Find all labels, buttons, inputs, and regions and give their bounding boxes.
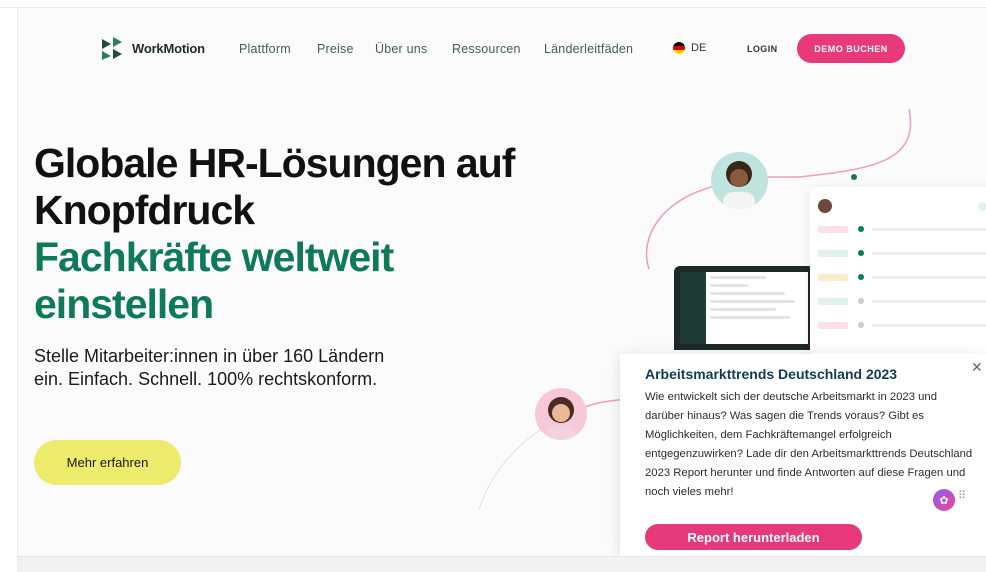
avatar (818, 199, 832, 213)
chat-assistant-icon[interactable]: ✿ (933, 489, 955, 511)
popup-body: Wie entwickelt sich der deutsche Arbeits… (645, 391, 973, 498)
drag-handle-icon[interactable]: ⠿ (958, 491, 966, 502)
top-edge (0, 0, 986, 8)
close-icon[interactable]: ✕ (971, 359, 983, 376)
bottom-edge (18, 556, 986, 572)
popup-title: Arbeitsmarkttrends Deutschland 2023 (645, 366, 898, 382)
person-icon (547, 397, 575, 440)
browser-viewport: WorkMotion Plattform Preise Über uns Res… (0, 0, 986, 572)
report-download-button[interactable]: Report herunterladen (645, 524, 862, 550)
landing-page: WorkMotion Plattform Preise Über uns Res… (19, 9, 986, 556)
status-badge (977, 201, 986, 211)
onboarding-status-card (810, 187, 986, 357)
person-icon (723, 161, 755, 209)
left-edge (0, 8, 18, 572)
laptop-dashboard-mockup (674, 266, 814, 350)
employee-avatar-2 (535, 388, 587, 440)
employee-avatar-1 (711, 152, 768, 209)
